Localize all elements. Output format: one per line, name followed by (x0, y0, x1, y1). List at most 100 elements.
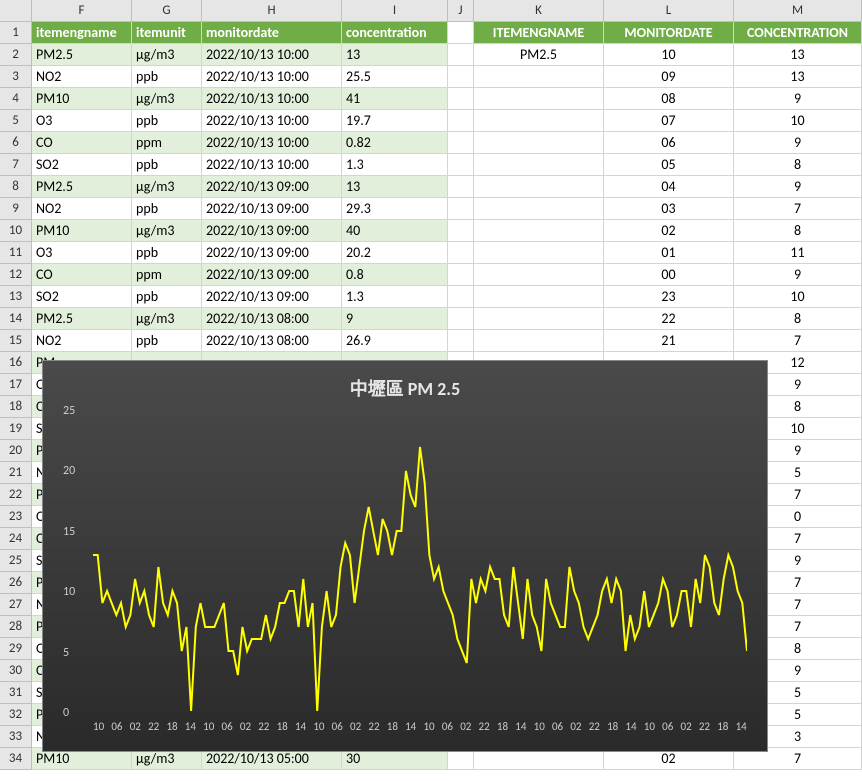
rowhead-13[interactable]: 13 (0, 286, 32, 308)
cell-G2[interactable]: μg/m3 (132, 44, 202, 66)
header-monitordate-r[interactable]: MONITORDATE (604, 22, 734, 44)
corner-cell[interactable] (0, 0, 32, 22)
cell-G9[interactable]: ppb (132, 198, 202, 220)
cell-K11[interactable] (474, 242, 604, 264)
rowhead-24[interactable]: 24 (0, 528, 32, 550)
cell-I6[interactable]: 0.82 (342, 132, 448, 154)
cell-L4[interactable]: 08 (604, 88, 734, 110)
cell-M10[interactable]: 8 (734, 220, 862, 242)
cell-L12[interactable]: 00 (604, 264, 734, 286)
chart-pm25[interactable]: 中壢區 PM 2.5 0510152025 100602221814100602… (42, 360, 768, 752)
header-concentration[interactable]: concentration (342, 22, 448, 44)
cell-J2[interactable] (448, 44, 474, 66)
rowhead-17[interactable]: 17 (0, 374, 32, 396)
rowhead-33[interactable]: 33 (0, 726, 32, 748)
cell-J9[interactable] (448, 198, 474, 220)
cell-H4[interactable]: 2022/10/13 10:00 (202, 88, 342, 110)
rowhead-14[interactable]: 14 (0, 308, 32, 330)
cell-I5[interactable]: 19.7 (342, 110, 448, 132)
cell-F12[interactable]: CO (32, 264, 132, 286)
rowhead-20[interactable]: 20 (0, 440, 32, 462)
cell-K10[interactable] (474, 220, 604, 242)
cell-G3[interactable]: ppb (132, 66, 202, 88)
cell-G13[interactable]: ppb (132, 286, 202, 308)
cell-K6[interactable] (474, 132, 604, 154)
cell-I2[interactable]: 13 (342, 44, 448, 66)
cell-L8[interactable]: 04 (604, 176, 734, 198)
cell-F9[interactable]: NO2 (32, 198, 132, 220)
cell-H13[interactable]: 2022/10/13 09:00 (202, 286, 342, 308)
rowhead-19[interactable]: 19 (0, 418, 32, 440)
rowhead-1[interactable]: 1 (0, 22, 32, 44)
rowhead-23[interactable]: 23 (0, 506, 32, 528)
colhead-K[interactable]: K (474, 0, 604, 22)
rowhead-2[interactable]: 2 (0, 44, 32, 66)
cell-G10[interactable]: μg/m3 (132, 220, 202, 242)
cell-H2[interactable]: 2022/10/13 10:00 (202, 44, 342, 66)
cell-F4[interactable]: PM10 (32, 88, 132, 110)
cell-M6[interactable]: 9 (734, 132, 862, 154)
cell-I14[interactable]: 9 (342, 308, 448, 330)
rowhead-8[interactable]: 8 (0, 176, 32, 198)
cell-F10[interactable]: PM10 (32, 220, 132, 242)
cell-F13[interactable]: SO2 (32, 286, 132, 308)
cell-H12[interactable]: 2022/10/13 09:00 (202, 264, 342, 286)
cell-J11[interactable] (448, 242, 474, 264)
cell-L13[interactable]: 23 (604, 286, 734, 308)
header-itemengname-r[interactable]: ITEMENGNAME (474, 22, 604, 44)
cell-I4[interactable]: 41 (342, 88, 448, 110)
cell-M4[interactable]: 9 (734, 88, 862, 110)
cell-J14[interactable] (448, 308, 474, 330)
rowhead-11[interactable]: 11 (0, 242, 32, 264)
cell-I15[interactable]: 26.9 (342, 330, 448, 352)
cell-M2[interactable]: 13 (734, 44, 862, 66)
colhead-L[interactable]: L (604, 0, 734, 22)
cell-H3[interactable]: 2022/10/13 10:00 (202, 66, 342, 88)
rowhead-6[interactable]: 6 (0, 132, 32, 154)
cell-J8[interactable] (448, 176, 474, 198)
cell-M8[interactable]: 9 (734, 176, 862, 198)
cell-F5[interactable]: O3 (32, 110, 132, 132)
cell-H5[interactable]: 2022/10/13 10:00 (202, 110, 342, 132)
cell-M7[interactable]: 8 (734, 154, 862, 176)
rowhead-28[interactable]: 28 (0, 616, 32, 638)
colhead-H[interactable]: H (202, 0, 342, 22)
cell-L3[interactable]: 09 (604, 66, 734, 88)
rowhead-26[interactable]: 26 (0, 572, 32, 594)
cell-F2[interactable]: PM2.5 (32, 44, 132, 66)
cell-J1[interactable] (448, 22, 474, 44)
rowhead-15[interactable]: 15 (0, 330, 32, 352)
rowhead-9[interactable]: 9 (0, 198, 32, 220)
colhead-F[interactable]: F (32, 0, 132, 22)
rowhead-31[interactable]: 31 (0, 682, 32, 704)
cell-K3[interactable] (474, 66, 604, 88)
cell-H11[interactable]: 2022/10/13 09:00 (202, 242, 342, 264)
cell-J4[interactable] (448, 88, 474, 110)
cell-J15[interactable] (448, 330, 474, 352)
cell-F7[interactable]: SO2 (32, 154, 132, 176)
cell-I8[interactable]: 13 (342, 176, 448, 198)
cell-L7[interactable]: 05 (604, 154, 734, 176)
cell-F6[interactable]: CO (32, 132, 132, 154)
cell-G12[interactable]: ppm (132, 264, 202, 286)
cell-I12[interactable]: 0.8 (342, 264, 448, 286)
cell-J13[interactable] (448, 286, 474, 308)
cell-K7[interactable] (474, 154, 604, 176)
cell-J7[interactable] (448, 154, 474, 176)
cell-L6[interactable]: 06 (604, 132, 734, 154)
cell-L15[interactable]: 21 (604, 330, 734, 352)
rowhead-4[interactable]: 4 (0, 88, 32, 110)
cell-J6[interactable] (448, 132, 474, 154)
cell-K9[interactable] (474, 198, 604, 220)
rowhead-27[interactable]: 27 (0, 594, 32, 616)
cell-L9[interactable]: 03 (604, 198, 734, 220)
cell-G11[interactable]: ppb (132, 242, 202, 264)
cell-K12[interactable] (474, 264, 604, 286)
cell-M12[interactable]: 9 (734, 264, 862, 286)
cell-K13[interactable] (474, 286, 604, 308)
cell-F3[interactable]: NO2 (32, 66, 132, 88)
cell-G7[interactable]: ppb (132, 154, 202, 176)
rowhead-10[interactable]: 10 (0, 220, 32, 242)
cell-L14[interactable]: 22 (604, 308, 734, 330)
cell-H8[interactable]: 2022/10/13 09:00 (202, 176, 342, 198)
